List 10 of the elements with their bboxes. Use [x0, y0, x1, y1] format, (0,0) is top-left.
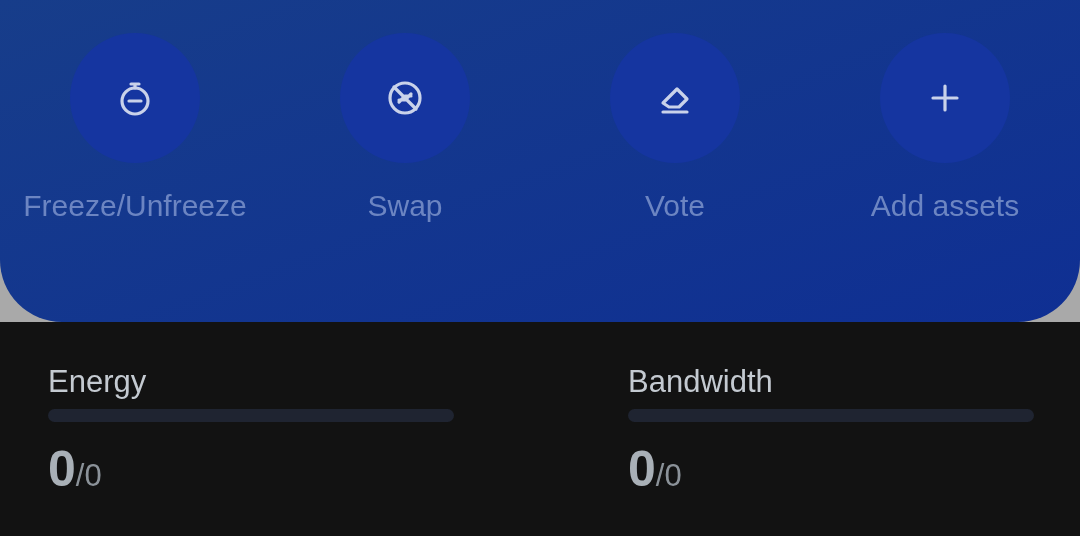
resource-label: Energy: [48, 363, 148, 401]
used-amount: 0: [628, 441, 656, 498]
action-label: Add assets: [870, 188, 1020, 224]
action-label: Swap: [367, 188, 443, 224]
total-amount: /0: [75, 458, 102, 494]
total-amount: /0: [655, 458, 682, 494]
action-label: Freeze/Unfreeze: [23, 188, 247, 224]
action-label: Vote: [644, 188, 706, 224]
resource-label: Bandwidth: [628, 363, 774, 401]
used-amount: 0: [48, 441, 76, 498]
